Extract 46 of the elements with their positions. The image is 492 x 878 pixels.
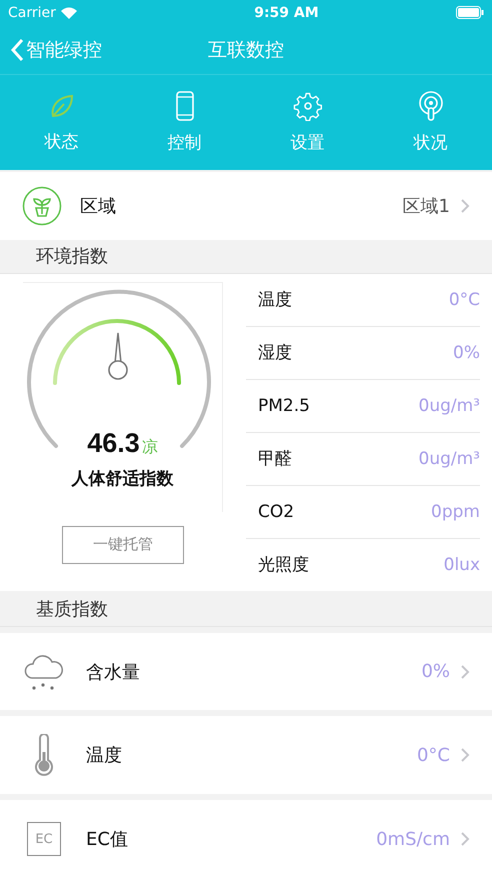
reading-value: 0ug/m³ xyxy=(418,448,480,469)
plant-icon xyxy=(22,186,62,226)
reading-value: 0ppm xyxy=(431,502,480,522)
substrate-value: 0°C xyxy=(416,744,450,766)
reading-value: 0°C xyxy=(448,290,480,310)
substrate-value: 0mS/cm xyxy=(376,828,450,850)
reading-label: 甲醛 xyxy=(258,448,292,470)
reading-label: 光照度 xyxy=(258,554,309,576)
clock-time: 9:59 AM xyxy=(254,4,319,20)
substrate-row[interactable]: EC EC值 0mS/cm xyxy=(0,800,492,878)
comfort-value: 46.3 xyxy=(87,428,140,459)
reading-value: 0lux xyxy=(444,554,480,575)
zone-label: 区域 xyxy=(80,194,116,218)
tab[interactable]: 状态 xyxy=(0,75,123,170)
reading-label: PM2.5 xyxy=(258,396,310,416)
carrier-label: Carrier xyxy=(8,4,56,20)
wifi-icon xyxy=(60,6,77,18)
substrate-label: 温度 xyxy=(86,744,122,768)
battery-icon xyxy=(456,6,484,19)
substrate-label: EC值 xyxy=(86,828,128,852)
screen-title: 互联数控 xyxy=(208,38,284,62)
chevron-icon xyxy=(460,747,470,764)
tab[interactable]: 状况 xyxy=(369,75,492,170)
chevron-icon xyxy=(460,198,470,214)
zone-value: 区域1 xyxy=(402,194,450,218)
ec-icon: EC xyxy=(27,822,61,856)
reading-label: 温度 xyxy=(258,289,292,312)
back-chevron-icon xyxy=(10,38,24,62)
auto-manage-button[interactable]: 一键托管 xyxy=(62,526,184,564)
reading-label: CO2 xyxy=(258,502,294,522)
substrate-label: 含水量 xyxy=(86,660,140,684)
reading-value: 0% xyxy=(453,342,480,363)
back-button[interactable]: 智能绿控 xyxy=(0,36,112,62)
tab[interactable]: 设置 xyxy=(246,75,369,170)
reading-label: 湿度 xyxy=(258,342,292,364)
substrate-row[interactable]: 含水量 0% xyxy=(0,632,492,710)
zone-row[interactable]: 区域 区域1 xyxy=(0,172,492,240)
substrate-value: 0% xyxy=(421,661,450,682)
reading-value: 0ug/m³ xyxy=(418,396,480,416)
chevron-icon xyxy=(460,831,470,848)
comfort-caption: 人体舒适指数 xyxy=(72,468,174,490)
thermometer-icon xyxy=(33,734,55,776)
tab[interactable]: 控制 xyxy=(123,75,246,170)
comfort-rating: 凉 xyxy=(142,436,158,458)
chevron-icon xyxy=(460,664,470,680)
substrate-row[interactable]: 温度 0°C xyxy=(0,716,492,794)
